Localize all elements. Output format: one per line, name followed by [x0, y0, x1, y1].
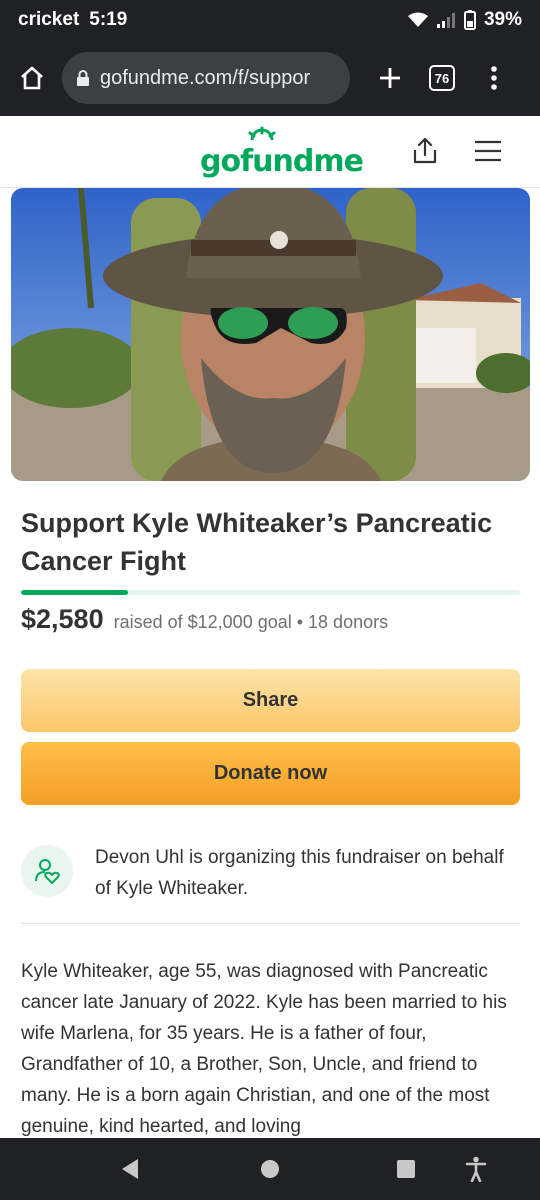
funding-progress-bar — [21, 590, 520, 595]
plus-icon — [380, 68, 400, 88]
accessibility-button[interactable] — [456, 1149, 496, 1189]
home-icon — [21, 66, 43, 90]
funding-progress-fill — [21, 590, 129, 595]
home-circle-icon — [261, 1160, 279, 1178]
tab-count: 76 — [429, 65, 455, 91]
person-heart-icon — [35, 859, 60, 884]
share-upload-icon — [413, 137, 437, 164]
raised-amount: $2,580 — [21, 604, 104, 634]
raised-summary: $2,580 raised of $12,000 goal • 18 donor… — [21, 604, 526, 635]
lock-icon — [77, 70, 89, 86]
address-bar[interactable]: gofundme.com/f/suppor — [62, 52, 350, 104]
logo-text: gofundme — [200, 144, 364, 179]
url-text: gofundme.com/f/suppor — [100, 66, 311, 89]
battery-percent: 39% — [483, 9, 522, 30]
raised-meta: raised of $12,000 goal • 18 donors — [113, 612, 389, 632]
back-triangle-icon — [122, 1159, 138, 1179]
header-share-button[interactable] — [406, 132, 444, 170]
recents-square-icon — [397, 1160, 415, 1178]
donate-now-button[interactable]: Donate now — [21, 742, 520, 805]
overflow-menu-button[interactable] — [474, 58, 514, 98]
organizer-avatar — [21, 845, 73, 897]
hamburger-icon — [475, 140, 501, 162]
recents-button[interactable] — [386, 1149, 426, 1189]
accessibility-icon — [465, 1156, 487, 1182]
hamburger-menu-button[interactable] — [468, 132, 508, 170]
campaign-hero-image[interactable] — [11, 188, 530, 481]
new-tab-button[interactable] — [370, 58, 410, 98]
gofundme-logo[interactable]: gofundme — [200, 126, 364, 179]
status-bar: cricket 5:19 39% — [0, 0, 540, 40]
site-header: gofundme — [0, 116, 540, 188]
browser-toolbar: gofundme.com/f/suppor 76 — [0, 40, 540, 116]
share-button[interactable]: Share — [21, 669, 520, 732]
signal-icon — [436, 12, 456, 28]
clock: 5:19 — [89, 9, 128, 30]
organizer-info: Devon Uhl is organizing this fundraiser … — [21, 842, 520, 924]
carrier-label: cricket — [18, 9, 80, 30]
tab-switcher-button[interactable]: 76 — [422, 58, 462, 98]
home-button[interactable] — [12, 58, 52, 98]
system-navigation-bar — [0, 1138, 540, 1200]
organizer-text: Devon Uhl is organizing this fundraiser … — [95, 847, 504, 899]
home-nav-button[interactable] — [250, 1149, 290, 1189]
more-vertical-icon — [491, 66, 497, 90]
wifi-icon — [407, 12, 428, 28]
battery-icon — [463, 10, 476, 30]
back-button[interactable] — [110, 1149, 150, 1189]
campaign-title: Support Kyle Whiteaker’s Pancreatic Canc… — [21, 508, 493, 576]
campaign-story: Kyle Whiteaker, age 55, was diagnosed wi… — [21, 961, 507, 1137]
